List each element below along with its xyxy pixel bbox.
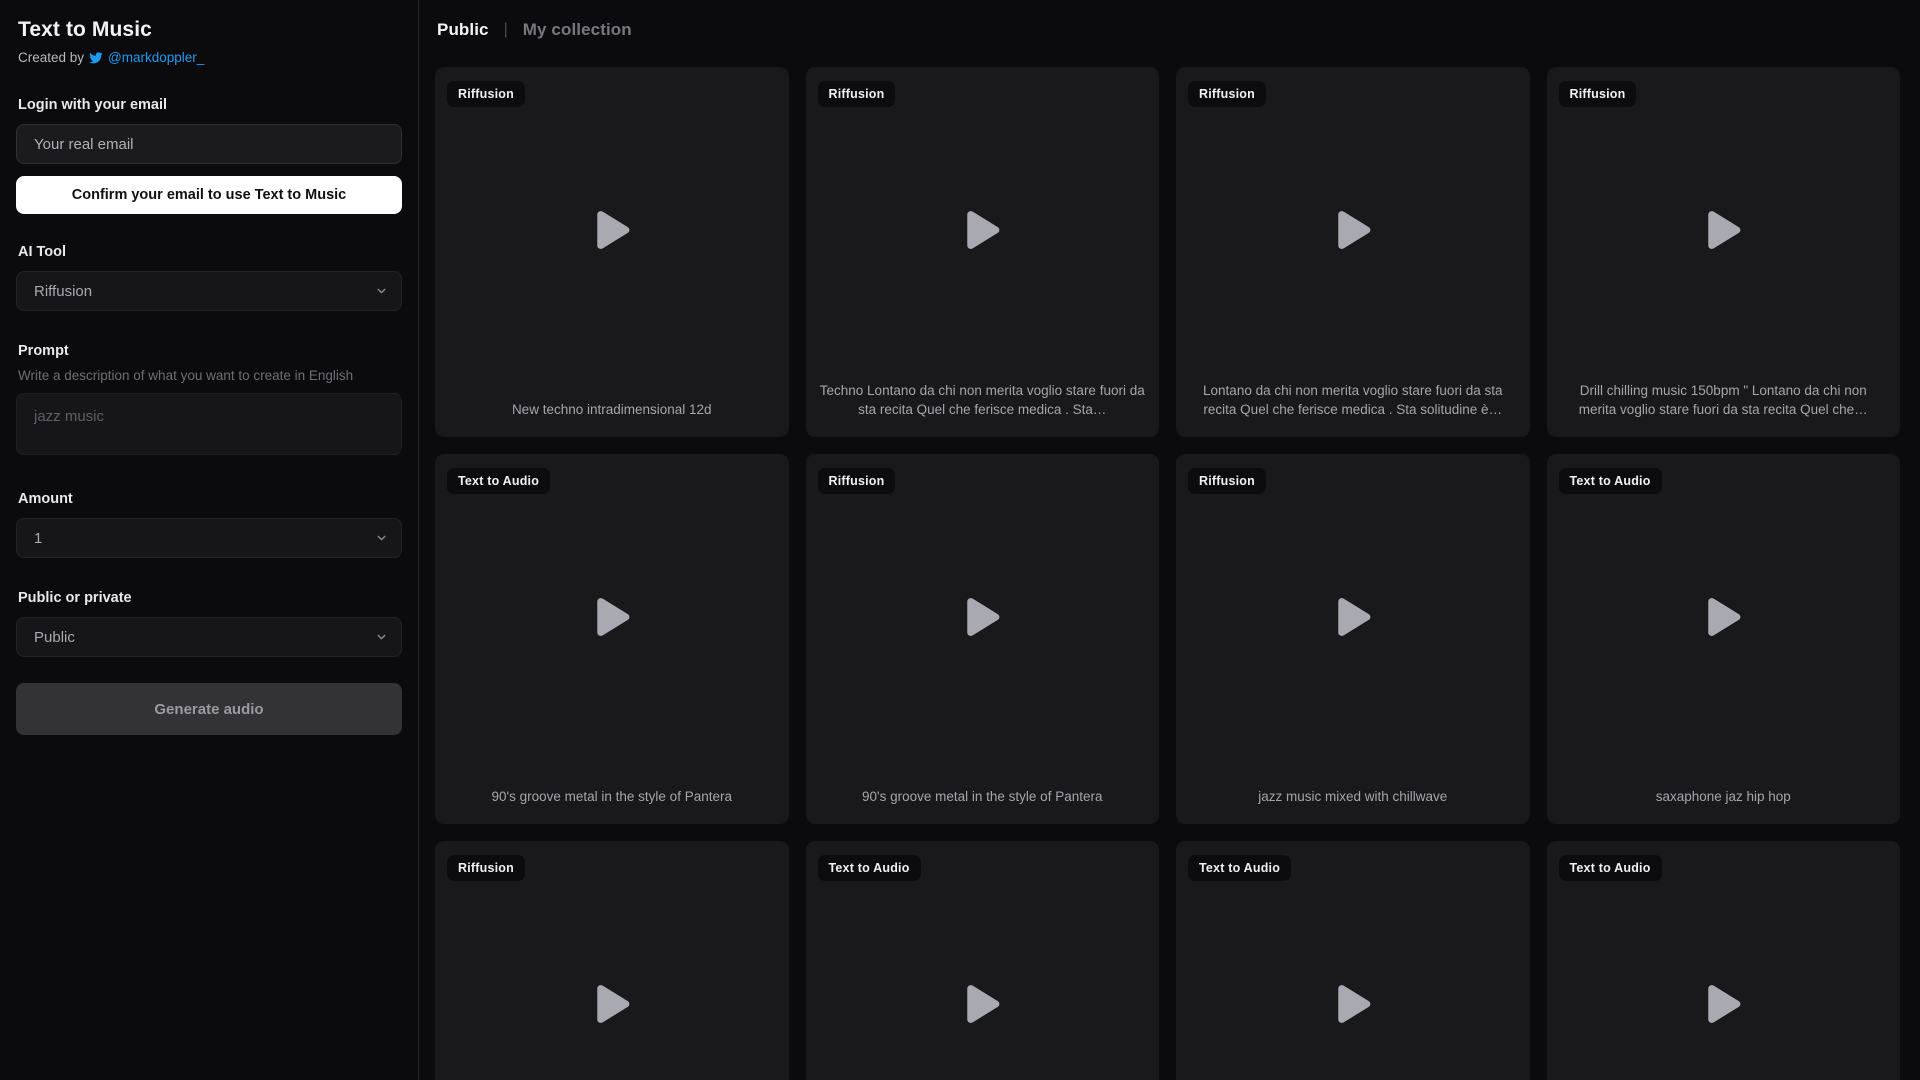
play-icon xyxy=(597,597,630,636)
card-model-badge: Text to Audio xyxy=(1558,468,1662,494)
tab-bar: Public | My collection xyxy=(435,16,1900,44)
card-caption: Techno Lontano da chi non merita voglio … xyxy=(819,382,1145,418)
twitter-bird-icon xyxy=(89,51,103,65)
page-title: Text to Music xyxy=(18,18,152,41)
audio-card[interactable]: Riffusion 90's groove metal in the style … xyxy=(805,454,1160,824)
card-play-button[interactable] xyxy=(435,454,789,779)
audio-card[interactable]: Riffusion xyxy=(435,841,789,1080)
card-caption: New techno intradimensional 12d xyxy=(511,402,712,418)
card-model-badge: Riffusion xyxy=(817,468,896,494)
ai-tool-select[interactable]: Riffusion xyxy=(16,271,402,311)
card-model-badge: Riffusion xyxy=(447,81,525,107)
audio-card[interactable]: Riffusion Techno Lontano da chi non merit… xyxy=(805,67,1160,437)
audio-card[interactable]: Riffusion Lontano da chi non merita vogli… xyxy=(1176,67,1530,437)
visibility-label: Public or private xyxy=(18,590,132,606)
card-play-button[interactable] xyxy=(806,454,1160,779)
audio-card[interactable]: Text to Audio 90's groove metal in the st… xyxy=(435,454,789,824)
card-model-badge: Text to Audio xyxy=(447,468,551,494)
twitter-handle-link[interactable]: @markdoppler_ xyxy=(108,50,204,65)
card-model-badge: Text to Audio xyxy=(1558,855,1662,881)
created-by-line: Created by @markdoppler_ xyxy=(16,50,402,65)
prompt-hint: Write a description of what you want to … xyxy=(18,368,354,383)
play-icon xyxy=(597,984,630,1023)
card-play-button[interactable] xyxy=(1547,67,1901,392)
card-caption: saxaphone jaz hip hop xyxy=(1655,789,1791,805)
ai-tool-select-wrapper: Riffusion xyxy=(16,271,402,311)
ai-tool-label: AI Tool xyxy=(18,244,67,260)
card-model-badge: Text to Audio xyxy=(817,855,921,881)
sidebar: Text to Music Created by @markdoppler_ L… xyxy=(0,0,419,1080)
tab-my-collection[interactable]: My collection xyxy=(523,20,632,40)
play-icon xyxy=(1338,597,1371,636)
visibility-select[interactable]: Public xyxy=(16,617,402,657)
login-section-label: Login with your email xyxy=(18,97,168,113)
audio-card[interactable]: Text to Audio xyxy=(1546,841,1900,1080)
audio-card-grid: Riffusion New techno intradimensional 12d… xyxy=(435,67,1900,1080)
card-caption: Lontano da chi non merita voglio stare f… xyxy=(1203,382,1503,418)
card-play-button[interactable] xyxy=(1176,67,1530,392)
play-icon xyxy=(967,597,1000,636)
audio-card[interactable]: Text to Audio xyxy=(1176,841,1530,1080)
tab-public[interactable]: Public xyxy=(437,20,489,40)
generate-audio-button[interactable]: Generate audio xyxy=(16,683,402,735)
card-play-button[interactable] xyxy=(1176,454,1530,779)
card-play-button[interactable] xyxy=(1547,454,1901,779)
play-icon xyxy=(1708,210,1741,249)
play-icon xyxy=(597,210,630,249)
card-play-button[interactable] xyxy=(806,67,1160,392)
card-caption: Drill chilling music 150bpm " Lontano da… xyxy=(1578,382,1868,418)
tab-separator: | xyxy=(503,21,508,38)
play-icon xyxy=(967,210,1000,249)
created-by-label: Created by xyxy=(18,50,85,65)
main-content: Public | My collection Riffusion New tech… xyxy=(419,0,1920,1080)
play-icon xyxy=(1708,984,1741,1023)
audio-card[interactable]: Riffusion jazz music mixed with chillwave xyxy=(1176,454,1530,824)
amount-select-wrapper: 1 xyxy=(16,518,402,558)
email-field[interactable] xyxy=(16,124,402,164)
card-model-badge: Riffusion xyxy=(1188,81,1266,107)
card-model-badge: Riffusion xyxy=(447,855,525,881)
card-caption: jazz music mixed with chillwave xyxy=(1258,789,1448,805)
card-play-button[interactable] xyxy=(435,67,789,392)
audio-card[interactable]: Text to Audio xyxy=(805,841,1159,1080)
amount-label: Amount xyxy=(18,491,73,507)
audio-card[interactable]: Text to Audio saxaphone jaz hip hop xyxy=(1546,454,1901,824)
confirm-email-button[interactable]: Confirm your email to use Text to Music xyxy=(16,176,402,214)
play-icon xyxy=(1338,210,1371,249)
card-model-badge: Riffusion xyxy=(1558,81,1637,107)
play-icon xyxy=(967,984,1000,1023)
audio-card[interactable]: Riffusion New techno intradimensional 12d xyxy=(435,67,789,437)
visibility-select-wrapper: Public xyxy=(16,617,402,657)
prompt-label: Prompt xyxy=(18,343,69,359)
card-caption: 90's groove metal in the style of Panter… xyxy=(862,789,1103,805)
play-icon xyxy=(1708,597,1741,636)
play-icon xyxy=(1338,984,1371,1023)
card-model-badge: Text to Audio xyxy=(1188,855,1292,881)
card-caption: 90's groove metal in the style of Panter… xyxy=(491,789,732,805)
card-model-badge: Riffusion xyxy=(1188,468,1266,494)
audio-card[interactable]: Riffusion Drill chilling music 150bpm " L… xyxy=(1546,67,1901,437)
card-model-badge: Riffusion xyxy=(817,81,896,107)
prompt-input[interactable] xyxy=(16,393,402,455)
amount-select[interactable]: 1 xyxy=(16,518,402,558)
